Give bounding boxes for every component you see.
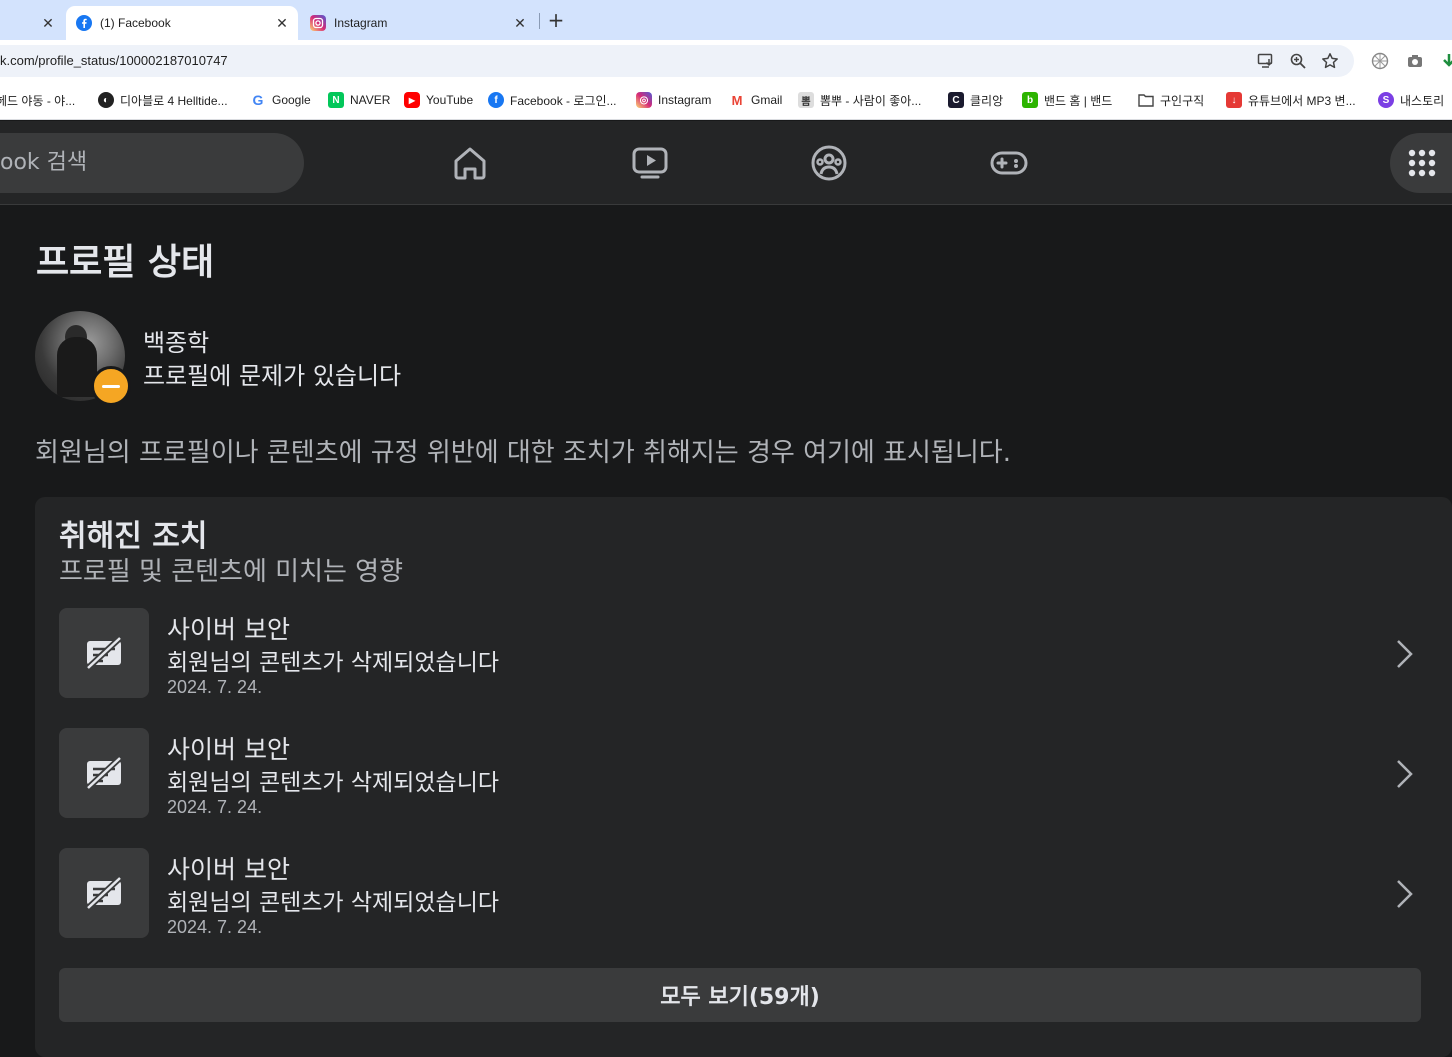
zoom-icon[interactable] [1288,51,1308,71]
action-title: 사이버 보안 [167,615,290,644]
action-title: 사이버 보안 [167,735,290,764]
content-removed-icon [59,848,149,938]
warning-status-badge [91,366,131,406]
camera-icon[interactable] [1406,52,1424,70]
home-icon[interactable] [448,141,492,185]
bookmark-item[interactable]: S 내스토리 [1378,91,1444,109]
action-date: 2024. 7. 24. [167,677,263,697]
youtube-icon: ▶ [404,92,420,108]
action-list-item[interactable]: 사이버 보안 회원님의 콘텐츠가 삭제되었습니다 2024. 7. 24. [59,608,1429,700]
search-input[interactable]: ook 검색 [0,133,304,193]
bookmark-item[interactable]: b 밴드 홈 | 밴드 [1022,91,1112,109]
action-list-item[interactable]: 사이버 보안 회원님의 콘텐츠가 삭제되었습니다 2024. 7. 24. [59,728,1429,820]
clien-icon: C [948,92,964,108]
story-icon: S [1378,92,1394,108]
url-text[interactable]: k.com/profile_status/100002187010747 [0,45,228,77]
browser-toolbar: k.com/profile_status/100002187010747 [0,40,1452,80]
address-bar[interactable]: k.com/profile_status/100002187010747 [0,45,1354,77]
grid-icon [1408,149,1436,177]
bookmark-item[interactable]: ↓ 유튜브에서 MP3 변... [1226,91,1356,109]
main-content: 프로필 상태 백종학 프로필에 문제가 있습니다 회원님의 프로필이나 콘텐츠에… [0,205,1452,1057]
instagram-icon: ◎ [636,92,652,108]
tab-facebook[interactable]: (1) Facebook ✕ [66,6,298,40]
action-date: 2024. 7. 24. [167,917,263,937]
close-tab-icon[interactable]: ✕ [272,13,292,33]
tab-instagram[interactable]: Instagram ✕ [300,6,536,40]
bookmark-item[interactable]: ▶ YouTube [404,91,473,109]
tab-divider [539,13,540,29]
watch-video-icon[interactable] [628,141,672,185]
bookmark-item[interactable]: C 클리앙 [948,91,1003,109]
actions-taken-card: 취해진 조치 프로필 및 콘텐츠에 미치는 영향 사이버 보안 회원님의 콘텐츠… [35,497,1452,1057]
action-description: 회원님의 콘텐츠가 삭제되었습니다 [167,770,500,796]
action-description: 회원님의 콘텐츠가 삭제되었습니다 [167,650,500,676]
download-arrow-icon[interactable] [1440,52,1452,70]
bookmark-item[interactable]: 구인구직 [1138,91,1204,109]
action-description: 회원님의 콘텐츠가 삭제되었습니다 [167,890,500,916]
naver-icon: N [328,92,344,108]
see-all-button[interactable]: 모두 보기(59개) [59,968,1421,1022]
action-list-item[interactable]: 사이버 보안 회원님의 콘텐츠가 삭제되었습니다 2024. 7. 24. [59,848,1429,940]
extension-icon[interactable] [1371,52,1389,70]
menu-grid-button[interactable] [1390,133,1452,193]
bookmarks-bar: 헤드 야동 - 야... ◐ 디아블로 4 Helltide... G Goog… [0,80,1452,120]
gaming-icon[interactable] [987,141,1031,185]
chevron-right-icon [1389,756,1419,792]
profile-status-text: 프로필에 문제가 있습니다 [143,362,402,390]
bookmark-item[interactable]: 뽐 뽐뿌 - 사람이 좋아... [798,91,921,109]
facebook-top-nav: ook 검색 [0,121,1452,205]
bookmark-star-icon[interactable] [1320,51,1340,71]
page-title: 프로필 상태 [36,242,215,283]
bookmark-item[interactable]: G Google [250,91,311,109]
bookmark-item[interactable]: M Gmail [729,91,783,109]
close-tab-icon[interactable]: ✕ [510,13,530,33]
content-removed-icon [59,608,149,698]
browser-tab-bar: ✕ (1) Facebook ✕ Instagram ✕ + [0,0,1452,40]
action-date: 2024. 7. 24. [167,797,263,817]
close-tab-icon[interactable]: ✕ [38,13,58,33]
bookmark-item[interactable]: 헤드 야동 - 야... [0,91,75,109]
action-title: 사이버 보안 [167,855,290,884]
bookmark-item[interactable]: ◎ Instagram [636,91,711,109]
groups-icon[interactable] [807,141,851,185]
install-app-icon[interactable] [1256,51,1276,71]
content-removed-icon [59,728,149,818]
folder-icon [1138,92,1154,108]
download-icon: ↓ [1226,92,1242,108]
bookmark-item[interactable]: ◐ 디아블로 4 Helltide... [98,91,228,109]
diablo-icon: ◐ [98,92,114,108]
card-subtitle: 프로필 및 콘텐츠에 미치는 영향 [59,557,404,587]
user-name: 백종학 [143,329,210,357]
chevron-right-icon [1389,636,1419,672]
bookmark-item[interactable]: N NAVER [328,91,390,109]
facebook-icon [76,15,92,31]
chevron-right-icon [1389,876,1419,912]
ppomppu-icon: 뽐 [798,92,814,108]
tab-previous[interactable]: ✕ [0,6,64,40]
gmail-icon: M [731,92,743,108]
status-description: 회원님의 프로필이나 콘텐츠에 규정 위반에 대한 조치가 취해지는 경우 여기… [35,438,1011,468]
new-tab-button[interactable]: + [544,9,568,33]
card-title: 취해진 조치 [59,519,208,554]
instagram-icon [310,15,326,31]
bookmark-item[interactable]: f Facebook - 로그인... [488,91,617,109]
facebook-icon: f [488,92,504,108]
band-icon: b [1022,92,1038,108]
google-icon: G [252,92,264,108]
profile-avatar[interactable] [35,311,131,406]
